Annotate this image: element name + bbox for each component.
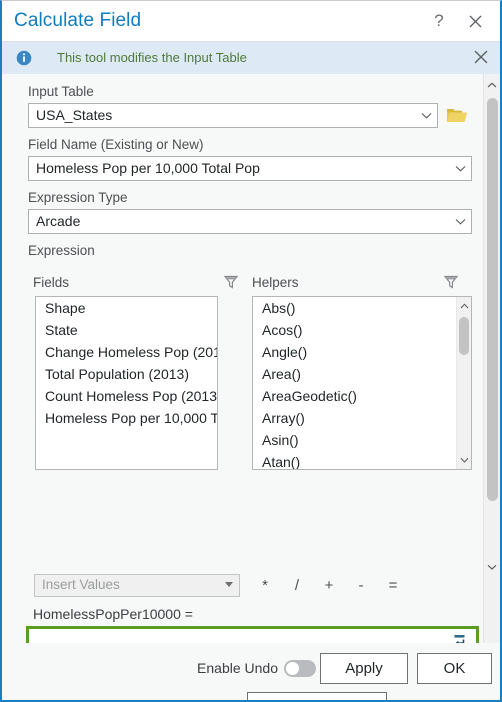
ok-button[interactable]: OK — [417, 653, 492, 684]
dialog-content-area: Input Table USA_States Field Name (Exist… — [2, 74, 500, 700]
title-bar: Calculate Field ? — [2, 1, 500, 42]
list-item[interactable]: Count Homeless Pop (2013) — [36, 385, 217, 407]
page-title: Calculate Field — [14, 10, 142, 31]
list-item[interactable]: AreaGeodetic() — [253, 385, 471, 407]
folder-open-icon — [447, 109, 467, 122]
list-item[interactable]: Area() — [253, 363, 471, 385]
expression-assignment-prefix: HomelessPopPer10000 = — [33, 606, 193, 622]
close-window-button[interactable] — [458, 1, 492, 41]
helpers-list: Abs() Acos() Angle() Area() AreaGeodetic… — [253, 297, 471, 469]
operator-divide-button[interactable]: / — [286, 574, 308, 597]
funnel-filter-icon — [223, 275, 239, 289]
expression-type-value: Arcade — [36, 213, 81, 229]
dialog-scrollbar[interactable] — [483, 74, 500, 646]
calculate-field-dialog: Calculate Field ? This tool modifies the… — [0, 0, 502, 702]
list-item[interactable]: Asin() — [253, 429, 471, 451]
dialog-footer: Enable Undo Apply OK — [2, 643, 500, 700]
field-name-label: Field Name (Existing or New) — [28, 137, 204, 152]
clipped-bottom-element — [247, 692, 387, 700]
chevron-up-icon[interactable] — [484, 76, 500, 94]
apply-button[interactable]: Apply — [320, 653, 408, 684]
operator-minus-button[interactable]: - — [350, 574, 372, 597]
close-icon — [469, 15, 481, 27]
scrollbar-thumb[interactable] — [487, 98, 498, 501]
chevron-down-icon — [455, 210, 466, 233]
input-table-value: USA_States — [36, 107, 113, 123]
info-message-bar: This tool modifies the Input Table — [2, 42, 500, 74]
field-name-combobox[interactable]: Homeless Pop per 10,000 Total Pop — [28, 156, 472, 181]
expression-label: Expression — [28, 243, 95, 258]
chevron-up-icon[interactable] — [457, 298, 471, 314]
list-item[interactable]: Acos() — [253, 319, 471, 341]
chevron-down-icon — [455, 157, 466, 180]
expression-type-combobox[interactable]: Arcade — [28, 209, 472, 234]
info-icon — [16, 50, 32, 66]
enable-undo-toggle[interactable] — [284, 660, 316, 677]
list-item[interactable]: Angle() — [253, 341, 471, 363]
question-mark-icon: ? — [434, 11, 444, 30]
help-button[interactable]: ? — [422, 1, 456, 41]
list-item[interactable]: Homeless Pop per 10,000 Total — [36, 407, 217, 429]
list-item[interactable]: Array() — [253, 407, 471, 429]
field-name-value: Homeless Pop per 10,000 Total Pop — [36, 160, 260, 176]
close-icon — [474, 50, 488, 64]
insert-values-dropdown[interactable]: Insert Values — [34, 574, 240, 597]
triangle-down-icon — [225, 582, 233, 587]
fields-listbox[interactable]: Shape State Change Homeless Pop (2012-1 … — [35, 296, 218, 470]
insert-values-placeholder: Insert Values — [42, 577, 120, 592]
operator-plus-button[interactable]: + — [318, 574, 340, 597]
helpers-scrollbar[interactable] — [456, 297, 471, 469]
chevron-down-icon — [421, 104, 432, 127]
helpers-panel-header: Helpers — [252, 275, 299, 290]
list-item[interactable]: Change Homeless Pop (2012-1 — [36, 341, 217, 363]
fields-panel-header: Fields — [33, 275, 70, 290]
expression-type-label: Expression Type — [28, 190, 128, 205]
helpers-listbox[interactable]: Abs() Acos() Angle() Area() AreaGeodetic… — [252, 296, 472, 470]
fields-list: Shape State Change Homeless Pop (2012-1 … — [36, 297, 217, 429]
list-item[interactable]: Total Population (2013) — [36, 363, 217, 385]
info-message-text: This tool modifies the Input Table — [57, 50, 247, 65]
fields-filter-button[interactable] — [223, 274, 239, 290]
list-item[interactable]: Abs() — [253, 297, 471, 319]
input-table-combobox[interactable]: USA_States — [28, 103, 438, 128]
list-item[interactable]: Atan() — [253, 451, 471, 469]
helpers-filter-button[interactable] — [443, 274, 459, 290]
enable-undo-label: Enable Undo — [197, 660, 278, 676]
browse-input-table-button[interactable] — [446, 105, 468, 127]
operator-multiply-button[interactable]: * — [254, 574, 276, 597]
dismiss-info-button[interactable] — [474, 50, 490, 66]
toggle-knob — [286, 662, 299, 675]
input-table-label: Input Table — [28, 84, 94, 99]
funnel-filter-icon — [443, 275, 459, 289]
list-item[interactable]: State — [36, 319, 217, 341]
chevron-down-icon[interactable] — [484, 558, 500, 576]
chevron-down-icon[interactable] — [457, 452, 471, 468]
operator-equals-button[interactable]: = — [382, 574, 404, 597]
scrollbar-thumb[interactable] — [459, 317, 469, 355]
list-item[interactable]: Shape — [36, 297, 217, 319]
